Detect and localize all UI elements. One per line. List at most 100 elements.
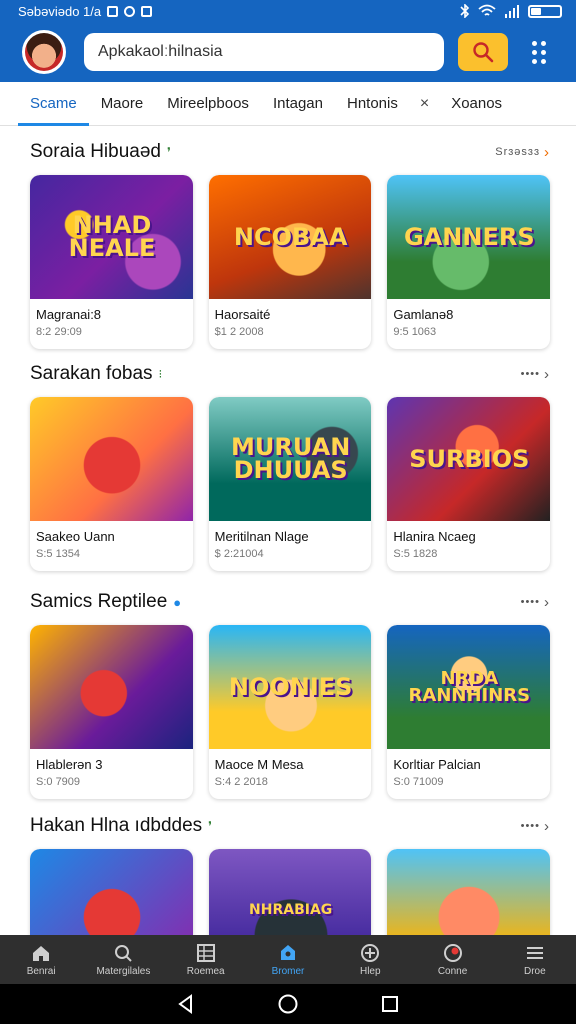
- game-thumbnail: NHAD NEALE: [30, 175, 193, 299]
- game-meta: S:5 1828: [393, 548, 438, 560]
- game-meta: S:0 7909: [36, 776, 81, 788]
- avatar-image: [25, 33, 63, 71]
- section: Samics Reptilee ● •••• › Hlablerən 3 S:0…: [0, 579, 576, 799]
- game-card[interactable]: NOONIES Maoce M Mesa S:4 2 2018: [208, 625, 372, 799]
- tab-close-icon[interactable]: ×: [410, 82, 439, 126]
- game-art-title: SURBIOS: [409, 444, 530, 473]
- nav-label: Roemea: [186, 966, 225, 977]
- home-icon: [33, 946, 50, 961]
- game-card[interactable]: SURBIOS Hlanira Ncaeg S:5 1828: [387, 397, 551, 571]
- avatar[interactable]: [22, 30, 66, 74]
- game-card[interactable]: [30, 849, 193, 935]
- nav-item-search[interactable]: Matergilales: [82, 935, 164, 984]
- game-card[interactable]: GANNERS Gamlanə8 9:5 1063: [387, 175, 551, 349]
- section-see-all[interactable]: •••• ›: [521, 818, 550, 835]
- game-card[interactable]: NCOBAA Haorsaité $1 2 2008: [208, 175, 372, 349]
- badge-icon: ●: [173, 594, 182, 610]
- help-icon: [361, 944, 380, 962]
- game-thumbnail: [30, 849, 193, 935]
- status-left: Səbəviədo 1/a: [18, 3, 153, 19]
- section-header: Soraia Hibuaəd ❜ Srɜəsɜɜ ›: [30, 127, 550, 175]
- message-icon: [141, 5, 153, 17]
- section-see-all[interactable]: Srɜəsɜɜ ›: [495, 144, 550, 161]
- game-title: Korltiar Palcian: [393, 757, 481, 772]
- screen: Səbəviədo 1/a Apkakaolːhilnasia Scame Ma…: [0, 0, 576, 1024]
- tab-xoanos[interactable]: Xoanos: [439, 82, 514, 126]
- tab-mireelpboos[interactable]: Mireelpboos: [155, 82, 261, 126]
- app-notification-icon: [124, 5, 136, 17]
- see-all-label: ••••: [520, 820, 540, 832]
- game-thumbnail: NOONIES: [208, 625, 372, 749]
- status-bar: Səbəviədo 1/a: [0, 0, 576, 22]
- nav-item-home[interactable]: Benrai: [0, 935, 82, 984]
- status-right: [460, 4, 562, 18]
- game-card[interactable]: Saakeo Uann S:5 1354: [30, 397, 193, 571]
- section-header: Samics Reptilee ● •••• ›: [30, 579, 550, 625]
- game-title: Hlanira Ncaeg: [393, 529, 476, 544]
- nav-item-store[interactable]: Bromer: [247, 935, 329, 984]
- game-meta: S:5 1354: [36, 548, 81, 560]
- search-input[interactable]: Apkakaolːhilnasia: [84, 33, 444, 71]
- tab-hntonis[interactable]: Hntonis: [335, 82, 410, 126]
- game-card[interactable]: NHAD NEALE Magranai:8 8:2 29:09: [30, 175, 193, 349]
- game-card[interactable]: NHRABIAG: [208, 849, 372, 935]
- see-all-label: ••••: [520, 596, 540, 608]
- game-title: Saakeo Uann: [36, 529, 115, 544]
- chevron-right-icon: ›: [544, 817, 550, 835]
- tab-intagan[interactable]: Intagan: [261, 82, 335, 126]
- nav-label: Conne: [437, 966, 468, 977]
- signal-icon: [505, 5, 519, 18]
- category-tabs: Scame Maore Mireelpboos Intagan Hntonis …: [0, 82, 576, 126]
- nav-item-games[interactable]: Conne: [411, 935, 493, 984]
- bluetooth-icon: [460, 4, 470, 18]
- game-card[interactable]: Hlablerən 3 S:0 7909: [30, 625, 193, 799]
- game-thumbnail: NHRABIAG: [208, 849, 372, 935]
- section: Sarakan fobas ⁝ •••• › Saakeo Uann S:5 1…: [0, 351, 576, 571]
- section: Soraia Hibuaəd ❜ Srɜəsɜɜ › NHAD NEALE Ma…: [0, 127, 576, 349]
- nav-item-help[interactable]: Hlep: [329, 935, 411, 984]
- section-see-all[interactable]: •••• ›: [521, 594, 550, 611]
- game-art-title: MURUAN DHUUAS: [231, 433, 351, 484]
- spark-icon: ⁝: [158, 367, 163, 381]
- section: Hakan Hlna ıdbddes ❜ •••• › NHRABIAG: [0, 803, 576, 935]
- more-menu-icon[interactable]: [532, 40, 546, 64]
- game-thumbnail: [387, 849, 551, 935]
- chevron-right-icon: ›: [544, 593, 550, 611]
- game-thumbnail: NCOBAA: [208, 175, 372, 299]
- store-icon: [280, 945, 295, 960]
- spark-icon: ❜: [208, 819, 213, 833]
- game-art-title: NOONIES: [228, 672, 353, 701]
- chevron-right-icon: ›: [544, 365, 550, 383]
- game-card[interactable]: MURUAN DHUUAS Meritilnan Nlage $ 2:21004: [208, 397, 372, 571]
- game-card[interactable]: NRDA RANNHINRS Korltiar Palcian S:0 7100…: [387, 625, 551, 799]
- tab-scame[interactable]: Scame: [18, 82, 89, 126]
- nav-label: Droe: [523, 966, 546, 977]
- nav-item-more[interactable]: Droe: [494, 935, 576, 984]
- home-circle-icon[interactable]: [277, 993, 299, 1015]
- status-time: Səbəviədo 1/a: [18, 3, 102, 19]
- nav-label: Matergilales: [96, 966, 151, 977]
- section-title: Samics Reptilee: [30, 591, 168, 612]
- section-header: Hakan Hlna ıdbddes ❜ •••• ›: [30, 803, 550, 849]
- back-icon[interactable]: [175, 993, 197, 1015]
- nav-item-movies[interactable]: Roemea: [165, 935, 247, 984]
- game-thumbnail: NRDA RANNHINRS: [387, 625, 551, 749]
- section-header: Sarakan fobas ⁝ •••• ›: [30, 351, 550, 397]
- game-title: Haorsaité: [214, 307, 271, 322]
- bottom-nav: Benrai Matergilales Roemea Bromer Hlep C…: [0, 935, 576, 984]
- spark-icon: ❜: [166, 145, 171, 159]
- section-title: Hakan Hlna ıdbddes: [30, 815, 203, 836]
- recents-icon[interactable]: [379, 993, 401, 1015]
- card-row: Saakeo Uann S:5 1354 MURUAN DHUUAS Merit…: [30, 397, 551, 571]
- card-row: Hlablerən 3 S:0 7909 NOONIES Maoce M Mes…: [30, 625, 551, 799]
- nav-label: Hlep: [359, 966, 381, 977]
- game-title: Maoce M Mesa: [214, 757, 304, 772]
- game-thumbnail: GANNERS: [387, 175, 551, 299]
- section-see-all[interactable]: •••• ›: [521, 366, 550, 383]
- tab-maore[interactable]: Maore: [89, 82, 156, 126]
- game-title: Meritilnan Nlage: [214, 529, 309, 544]
- game-card[interactable]: [387, 849, 551, 935]
- search-button[interactable]: [458, 33, 508, 71]
- game-title: Hlablerən 3: [36, 757, 103, 772]
- game-art-title: NCOBAA: [233, 222, 348, 251]
